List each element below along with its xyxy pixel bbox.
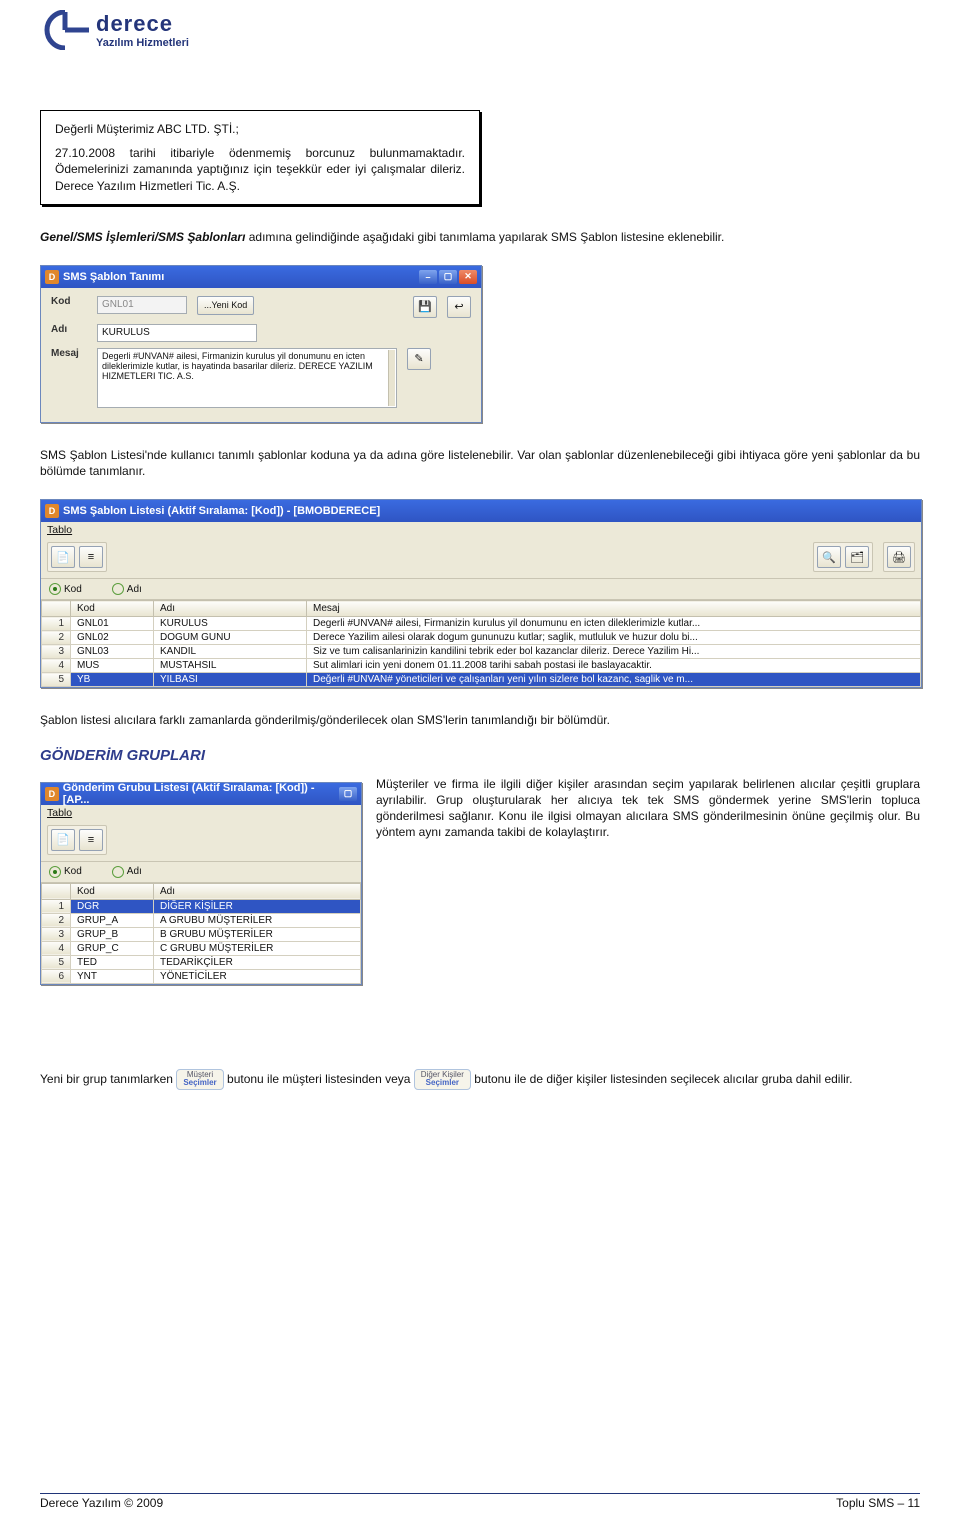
brand-logo: derece Yazılım Hizmetleri (40, 10, 920, 50)
logo-brand: derece (96, 11, 189, 37)
radio-kod[interactable]: Kod (49, 866, 82, 878)
table-row[interactable]: 6YNTYÖNETİCİLER (42, 969, 361, 983)
table-row[interactable]: 5YBYILBASIDeğerli #UNVAN# yöneticileri v… (42, 673, 921, 687)
window-minimize-icon[interactable]: – (419, 270, 437, 284)
sample-sms-greeting: Değerli Müşterimiz ABC LTD. ŞTİ.; (55, 121, 465, 137)
diger-kisiler-secimler-button[interactable]: Diğer Kişiler Seçimler (414, 1069, 471, 1091)
textarea-mesaj[interactable]: Degerli #UNVAN# ailesi, Firmanizin kurul… (97, 348, 397, 408)
preview-icon[interactable]: 🔍 (817, 546, 841, 568)
new-code-button[interactable]: ...Yeni Kod (197, 296, 254, 315)
app-icon: D (45, 787, 59, 801)
menu-tablo[interactable]: Tablo (47, 524, 72, 536)
label-mesaj: Mesaj (51, 348, 87, 359)
intro-menu-path: Genel/SMS İşlemleri/SMS Şablonları (40, 230, 245, 244)
radio-adi[interactable]: Adı (112, 866, 142, 878)
window-maximize-icon[interactable]: ▢ (339, 787, 357, 801)
edit-record-icon[interactable]: ≡ (79, 829, 103, 851)
group-window-title: Gönderim Grubu Listesi (Aktif Sıralama: … (63, 782, 339, 806)
col-mesaj[interactable]: Mesaj (307, 601, 921, 617)
mid-paragraph: SMS Şablon Listesi'nde kullanıcı tanımlı… (40, 447, 920, 479)
col-adi[interactable]: Adı (154, 883, 361, 899)
properties-icon[interactable]: 🗂 (845, 546, 869, 568)
group-table: Kod Adı 1DGRDİĞER KİŞİLER 2GRUP_AA GRUBU… (41, 883, 361, 984)
table-row[interactable]: 5TEDTEDARİKÇİLER (42, 955, 361, 969)
radio-kod[interactable]: Kod (49, 583, 82, 595)
sms-template-list-window: D SMS Şablon Listesi (Aktif Sıralama: [K… (40, 499, 922, 688)
window-close-icon[interactable]: ✕ (459, 270, 477, 284)
revert-icon[interactable]: ↩ (447, 296, 471, 318)
col-adi[interactable]: Adı (154, 601, 307, 617)
scrollbar-icon[interactable] (388, 350, 395, 406)
app-icon: D (45, 504, 59, 518)
table-row[interactable]: 1GNL01KURULUSDegerli #UNVAN# ailesi, Fir… (42, 617, 921, 631)
edit-record-icon[interactable]: ≡ (79, 546, 103, 568)
expand-editor-icon[interactable]: ✎ (407, 348, 431, 370)
label-adi: Adı (51, 324, 87, 335)
sample-sms-box: Değerli Müşterimiz ABC LTD. ŞTİ.; 27.10.… (40, 110, 480, 205)
bottom-paragraph: Yeni bir grup tanımlarken Müşteri Seçiml… (40, 1069, 920, 1091)
window-maximize-icon[interactable]: ▢ (439, 270, 457, 284)
app-icon: D (45, 270, 59, 284)
table-row[interactable]: 2GRUP_AA GRUBU MÜŞTERİLER (42, 913, 361, 927)
print-icon[interactable]: 🖨 (887, 546, 911, 568)
table-row[interactable]: 3GNL03KANDILSiz ve tum calisanlarinizin … (42, 645, 921, 659)
def-window-title: SMS Şablon Tanımı (63, 271, 164, 283)
table-row[interactable]: 3GRUP_BB GRUBU MÜŞTERİLER (42, 927, 361, 941)
footer-left: Derece Yazılım © 2009 (40, 1496, 163, 1510)
send-group-list-window: D Gönderim Grubu Listesi (Aktif Sıralama… (40, 782, 362, 985)
musteri-secimler-button[interactable]: Müşteri Seçimler (176, 1069, 223, 1091)
menu-tablo[interactable]: Tablo (47, 807, 72, 819)
label-kod: Kod (51, 296, 87, 307)
intro-paragraph: Genel/SMS İşlemleri/SMS Şablonları adımı… (40, 229, 920, 245)
radio-adi[interactable]: Adı (112, 583, 142, 595)
toolbar: 📄 ≡ 🔍 🗂 🖨 (41, 536, 921, 579)
sample-sms-body: 27.10.2008 tarihi itibariyle ödenmemiş b… (55, 145, 465, 194)
new-record-icon[interactable]: 📄 (51, 829, 75, 851)
input-adi[interactable]: KURULUS (97, 324, 257, 342)
table-row[interactable]: 1DGRDİĞER KİŞİLER (42, 899, 361, 913)
new-record-icon[interactable]: 📄 (51, 546, 75, 568)
save-icon[interactable]: 💾 (413, 296, 437, 318)
section-gonderim-gruplari: GÖNDERİM GRUPLARI (40, 747, 920, 764)
sms-template-definition-window: D SMS Şablon Tanımı – ▢ ✕ Kod GNL01 ...Y… (40, 265, 482, 423)
footer-right: Toplu SMS – 11 (836, 1496, 920, 1510)
col-kod[interactable]: Kod (71, 883, 154, 899)
table-row[interactable]: 4GRUP_CC GRUBU MÜŞTERİLER (42, 941, 361, 955)
after-list-para: Şablon listesi alıcılara farklı zamanlar… (40, 712, 920, 728)
input-kod[interactable]: GNL01 (97, 296, 187, 314)
list-window-title: SMS Şablon Listesi (Aktif Sıralama: [Kod… (63, 505, 380, 517)
logo-glyph-icon (40, 10, 90, 50)
template-table: Kod Adı Mesaj 1GNL01KURULUSDegerli #UNVA… (41, 600, 921, 687)
footer-divider (40, 1493, 920, 1494)
logo-sub: Yazılım Hizmetleri (96, 37, 189, 49)
table-row[interactable]: 4MUSMUSTAHSILSut alimlari icin yeni done… (42, 659, 921, 673)
col-kod[interactable]: Kod (71, 601, 154, 617)
gonderim-description: Müşteriler ve firma ile ilgili diğer kiş… (376, 776, 920, 841)
table-row[interactable]: 2GNL02DOGUM GUNUDerece Yazilim ailesi ol… (42, 631, 921, 645)
